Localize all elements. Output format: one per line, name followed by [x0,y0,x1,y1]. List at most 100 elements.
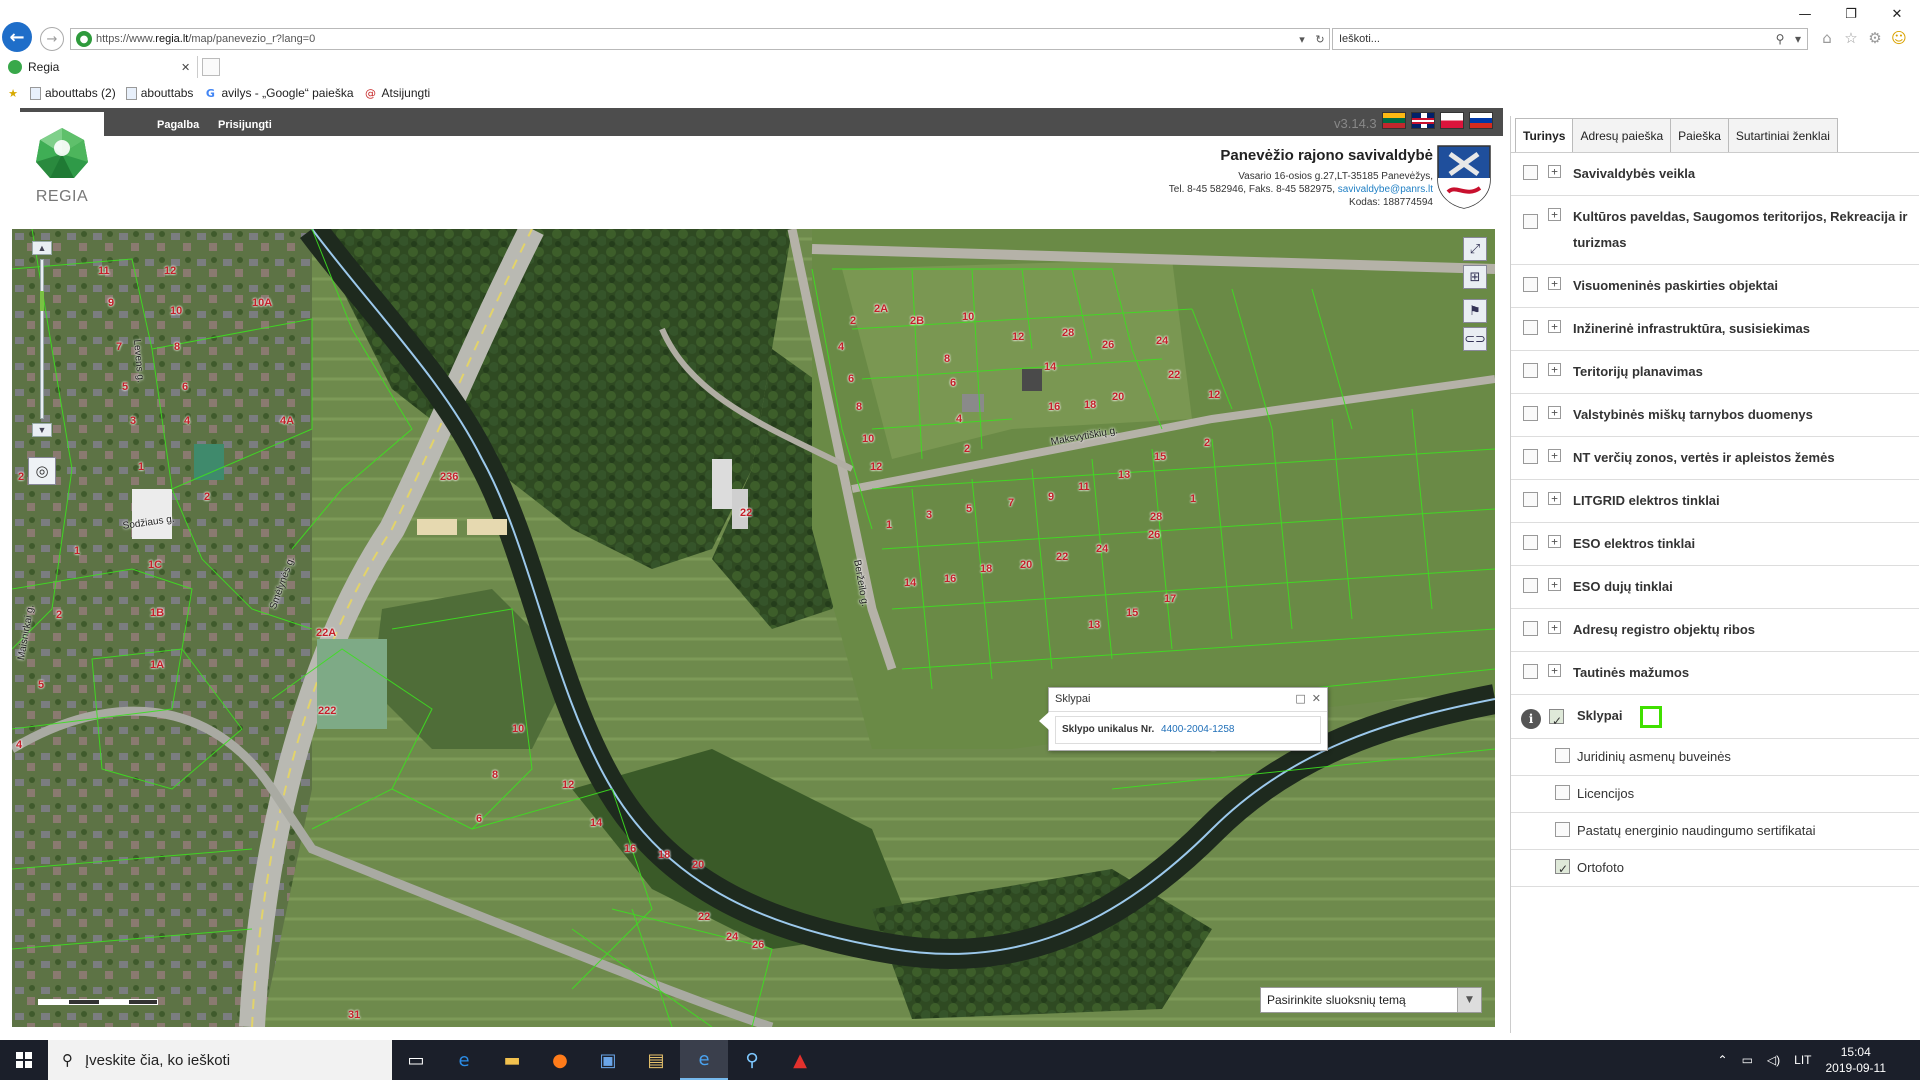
layer-checkbox[interactable] [1523,621,1538,636]
minimize-button[interactable]: — [1782,0,1828,28]
flag-russia-icon[interactable] [1469,112,1493,129]
sublayer-checkbox[interactable] [1555,748,1570,763]
regia-logo[interactable]: REGIA [20,112,104,222]
chevron-up-icon[interactable]: ⌃ [1718,1053,1728,1067]
layer-checkbox[interactable] [1523,449,1538,464]
sublayer-checkbox[interactable] [1555,785,1570,800]
favorite-item[interactable]: abouttabs (2) [30,86,116,100]
expand-icon[interactable]: + [1548,320,1561,333]
favorites-star-icon[interactable]: ☆ [1842,28,1860,48]
restore-button[interactable]: ❐ [1828,0,1874,28]
close-tab-icon[interactable]: ✕ [181,61,197,74]
layer-checkbox[interactable] [1523,165,1538,180]
close-icon[interactable]: ✕ [1312,692,1321,705]
login-link[interactable]: Prisijungti [218,119,272,131]
expand-icon[interactable]: + [1548,165,1561,178]
close-window-button[interactable]: ✕ [1874,0,1920,28]
parcel-id-label: Sklypo unikalus Nr. [1062,724,1155,735]
input-language[interactable]: LIT [1794,1053,1811,1067]
flag-poland-icon[interactable] [1440,112,1464,129]
refresh-icon[interactable]: ↻ [1311,33,1329,46]
sublayer-checkbox-checked[interactable] [1555,858,1570,880]
zoom-slider[interactable] [40,259,44,419]
expand-icon[interactable]: + [1548,449,1561,462]
sublayer-checkbox[interactable] [1555,822,1570,837]
forward-button[interactable]: → [40,27,64,51]
favorites-add-icon[interactable]: ★ [6,86,20,100]
favorite-item[interactable]: abouttabs [125,86,193,100]
layer-checkbox[interactable] [1523,578,1538,593]
tab-contents[interactable]: Turinys [1515,118,1574,153]
maximize-icon[interactable]: □ [1295,692,1305,705]
search-icon[interactable]: ⚲ [1771,32,1789,46]
fullscreen-button[interactable]: ⤢ [1463,237,1487,261]
internet-explorer-icon[interactable]: e [680,1040,728,1080]
remote-desktop-icon[interactable]: ▣ [584,1040,632,1080]
locate-me-button[interactable]: ◎ [28,457,56,485]
tab-search[interactable]: Paieška [1670,118,1729,152]
expand-icon[interactable]: + [1548,535,1561,548]
zoom-out-button[interactable]: ▼ [32,423,52,437]
browser-search-box[interactable]: Ieškoti... ⚲ ▾ [1332,28,1808,50]
expand-icon[interactable]: + [1548,578,1561,591]
search-app-icon[interactable]: ⚲ [728,1040,776,1080]
chevron-down-icon[interactable]: ▾ [1789,32,1807,46]
link-tool-button[interactable]: ⊂⊃ [1463,327,1487,351]
layer-row: + Savivaldybės veikla [1511,153,1919,196]
firefox-icon[interactable]: ● [536,1040,584,1080]
file-explorer-icon[interactable]: ▬ [488,1040,536,1080]
layer-checkbox[interactable] [1523,214,1538,229]
feedback-smiley-icon[interactable]: ☺ [1890,28,1908,48]
info-icon[interactable]: i [1521,709,1541,729]
zoom-in-button[interactable]: ▲ [32,241,52,255]
layer-checkbox[interactable] [1523,664,1538,679]
expand-icon[interactable]: + [1548,363,1561,376]
expand-icon[interactable]: + [1548,277,1561,290]
parcel-id-link[interactable]: 4400-2004-1258 [1161,724,1234,735]
flag-tool-button[interactable]: ⚑ [1463,299,1487,323]
tab-regia[interactable]: Regia ✕ [2,56,198,78]
layer-theme-select[interactable]: Pasirinkite sluoksnių temą ▼ [1260,987,1482,1013]
layer-checkbox[interactable] [1523,277,1538,292]
favorite-item[interactable]: @ Atsijungti [364,86,430,100]
map-viewport[interactable]: 11 12 9 10 10A 7 8 5 6 3 4 4A 1 2 2 1 1C 1B 1A 2 5 4 236 22A 222… [12,229,1495,1027]
chevron-down-icon[interactable]: ▼ [1457,988,1481,1012]
flag-lithuania-icon[interactable] [1382,112,1406,129]
layer-checkbox[interactable] [1523,492,1538,507]
layer-checkbox-checked[interactable] [1549,708,1564,734]
network-icon[interactable]: ▭ [1742,1053,1753,1067]
parcel-number-label: 8 [492,769,499,781]
flag-uk-icon[interactable] [1411,112,1435,129]
address-bar[interactable]: ● https://www.regia.lt/map/panevezio_r?l… [70,28,1330,50]
favorite-item[interactable]: Gavilys - „Google“ paieška [203,86,354,100]
settings-gear-icon[interactable]: ⚙ [1866,28,1884,48]
speaker-icon[interactable]: ◁) [1767,1053,1780,1067]
layer-checkbox[interactable] [1523,535,1538,550]
municipality-email-link[interactable]: savivaldybe@panrs.lt [1338,184,1433,195]
layer-checkbox[interactable] [1523,406,1538,421]
expand-icon[interactable]: + [1548,492,1561,505]
expand-icon[interactable]: + [1548,406,1561,419]
layer-checkbox[interactable] [1523,320,1538,335]
acrobat-icon[interactable]: ▲ [776,1040,824,1080]
folder-icon[interactable]: ▤ [632,1040,680,1080]
home-icon[interactable]: ⌂ [1818,28,1836,48]
new-tab-button[interactable] [202,58,220,76]
zoom-handle[interactable] [40,291,44,311]
taskbar-search[interactable]: ⚲ Įveskite čia, ko ieškoti [48,1040,392,1080]
task-view-icon[interactable]: ▭ [392,1040,440,1080]
expand-icon[interactable]: + [1548,208,1561,221]
url-text[interactable]: https://www.regia.lt/map/panevezio_r?lan… [96,33,1293,45]
expand-icon[interactable]: + [1548,621,1561,634]
expand-icon[interactable]: + [1548,664,1561,677]
tab-legend[interactable]: Sutartiniai ženklai [1727,118,1838,152]
layer-checkbox[interactable] [1523,363,1538,378]
edge-icon[interactable]: e [440,1040,488,1080]
clock[interactable]: 15:04 2019-09-11 [1826,1044,1887,1076]
map-tool-button[interactable]: ⊞ [1463,265,1487,289]
start-button[interactable] [0,1040,48,1080]
back-button[interactable]: ← [2,22,32,52]
dropdown-arrow-icon[interactable]: ▾ [1293,33,1311,46]
tab-address-search[interactable]: Adresų paieška [1572,118,1672,152]
help-link[interactable]: Pagalba [157,119,199,131]
